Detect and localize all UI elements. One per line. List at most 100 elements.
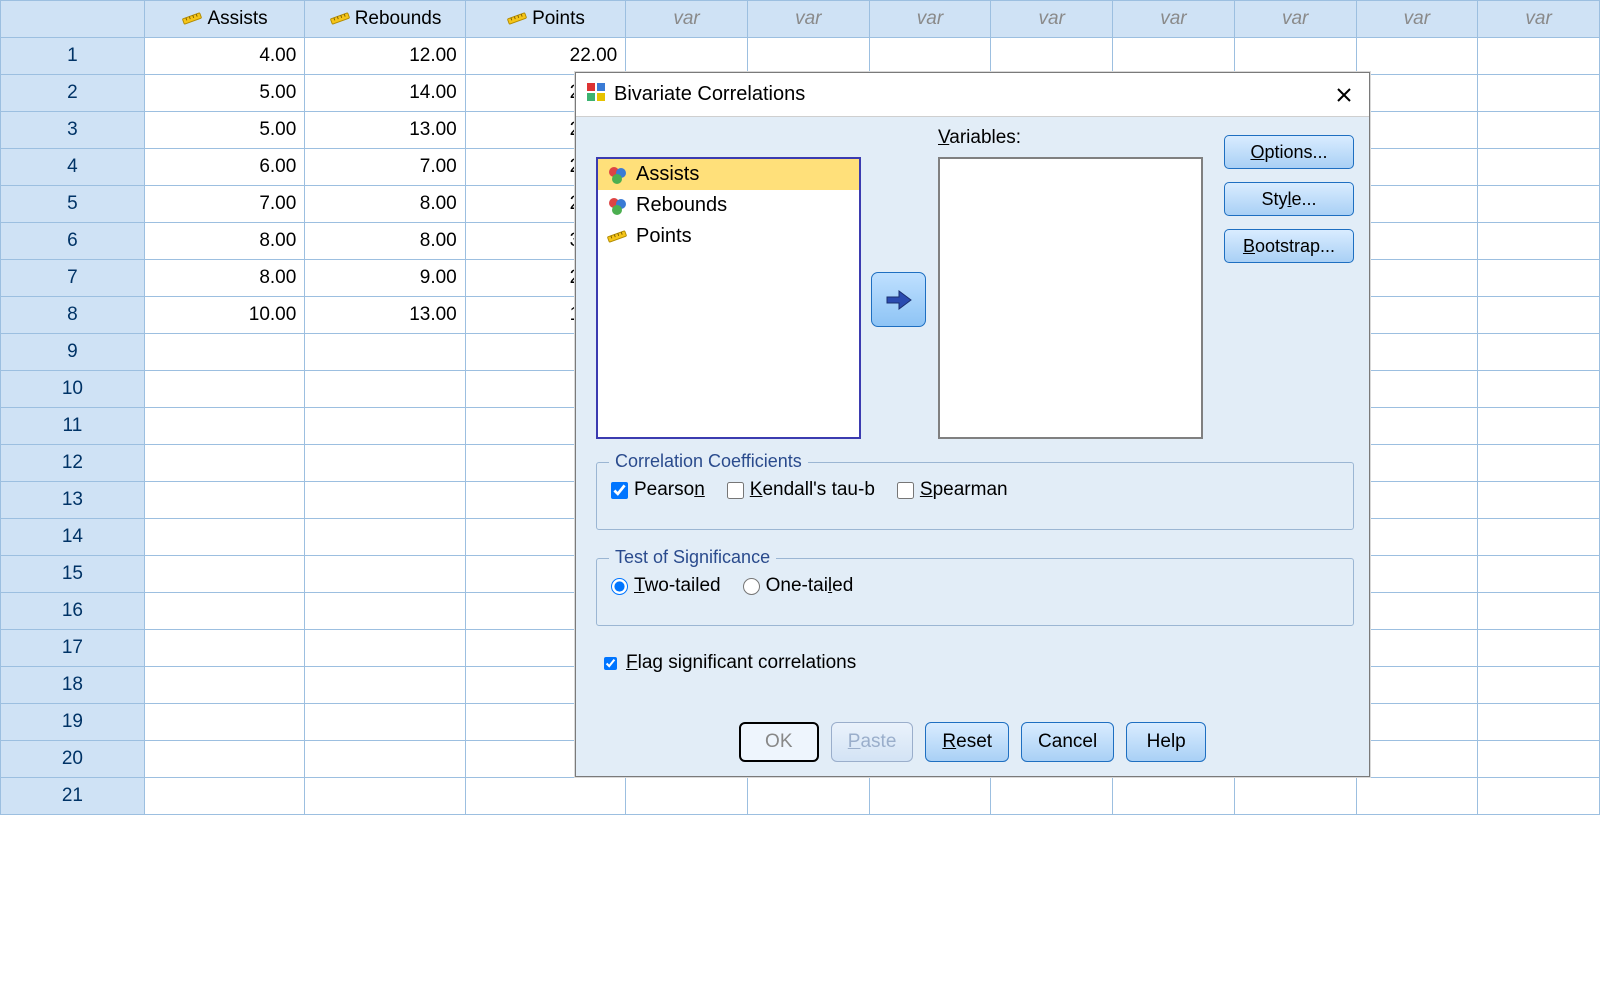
move-right-button[interactable] [871, 272, 926, 327]
cell[interactable]: 10.00 [144, 297, 304, 334]
cell[interactable]: 8.00 [144, 260, 304, 297]
cell[interactable] [1478, 371, 1600, 408]
row-number[interactable]: 5 [1, 186, 145, 223]
dialog-titlebar[interactable]: Bivariate Correlations [576, 73, 1369, 117]
reset-button[interactable]: Reset [925, 722, 1009, 762]
cell[interactable] [1356, 186, 1478, 223]
cell[interactable]: 13.00 [305, 297, 465, 334]
cell[interactable]: 6.00 [144, 149, 304, 186]
row-number[interactable]: 13 [1, 482, 145, 519]
cell[interactable]: 4.00 [144, 38, 304, 75]
cell[interactable] [1356, 408, 1478, 445]
cell[interactable] [144, 593, 304, 630]
cell[interactable] [869, 778, 991, 815]
options-button[interactable]: Options... [1224, 135, 1354, 169]
flag-significant-checkbox[interactable]: Flag significant correlations [600, 652, 856, 674]
cell[interactable]: 22.00 [465, 38, 625, 75]
row-number[interactable]: 17 [1, 630, 145, 667]
cell[interactable]: 7.00 [305, 149, 465, 186]
cell[interactable] [1356, 482, 1478, 519]
cell[interactable] [305, 630, 465, 667]
cell[interactable] [1478, 741, 1600, 778]
cell[interactable] [305, 334, 465, 371]
cell[interactable] [1478, 778, 1600, 815]
cell[interactable]: 5.00 [144, 112, 304, 149]
row-number[interactable]: 6 [1, 223, 145, 260]
cell[interactable] [144, 519, 304, 556]
cell[interactable] [305, 741, 465, 778]
column-header-points[interactable]: Points [465, 1, 625, 38]
cell[interactable]: 12.00 [305, 38, 465, 75]
cell[interactable] [1234, 778, 1356, 815]
cell[interactable] [1234, 38, 1356, 75]
column-header-rebounds[interactable]: Rebounds [305, 1, 465, 38]
row-number[interactable]: 1 [1, 38, 145, 75]
cell[interactable] [144, 556, 304, 593]
kendall-checkbox[interactable]: Kendall's tau-b [727, 479, 875, 501]
cell[interactable] [1356, 556, 1478, 593]
row-number[interactable]: 15 [1, 556, 145, 593]
cell[interactable]: 9.00 [305, 260, 465, 297]
cell[interactable] [144, 778, 304, 815]
cell[interactable] [1478, 223, 1600, 260]
cell[interactable] [1356, 260, 1478, 297]
row-number[interactable]: 20 [1, 741, 145, 778]
cell[interactable]: 14.00 [305, 75, 465, 112]
cell[interactable] [1356, 519, 1478, 556]
cell[interactable] [305, 482, 465, 519]
cell[interactable] [1356, 334, 1478, 371]
cell[interactable] [1478, 482, 1600, 519]
pearson-checkbox[interactable]: Pearson [611, 479, 705, 501]
cell[interactable] [1356, 630, 1478, 667]
cell[interactable]: 7.00 [144, 186, 304, 223]
cell[interactable] [1478, 704, 1600, 741]
cell[interactable] [1356, 445, 1478, 482]
cell[interactable] [1356, 704, 1478, 741]
style-button[interactable]: Style... [1224, 182, 1354, 216]
cell[interactable]: 8.00 [144, 223, 304, 260]
cell[interactable] [1478, 149, 1600, 186]
row-number[interactable]: 21 [1, 778, 145, 815]
cell[interactable] [144, 741, 304, 778]
cell[interactable] [305, 519, 465, 556]
dialog-close-button[interactable] [1329, 80, 1359, 110]
cell[interactable] [1356, 112, 1478, 149]
cell[interactable] [1356, 667, 1478, 704]
cell[interactable] [1478, 297, 1600, 334]
two-tailed-radio[interactable]: Two-tailed [611, 575, 721, 597]
empty-column-header[interactable]: var [1356, 1, 1478, 38]
cell[interactable] [1478, 260, 1600, 297]
row-number[interactable]: 14 [1, 519, 145, 556]
cell[interactable] [144, 667, 304, 704]
row-number[interactable]: 19 [1, 704, 145, 741]
cell[interactable] [1356, 778, 1478, 815]
cell[interactable] [305, 667, 465, 704]
cell[interactable] [1478, 593, 1600, 630]
cell[interactable]: 8.00 [305, 186, 465, 223]
cell[interactable] [1356, 75, 1478, 112]
cell[interactable] [1478, 667, 1600, 704]
cell[interactable] [305, 593, 465, 630]
cell[interactable] [144, 371, 304, 408]
cell[interactable] [1478, 408, 1600, 445]
cell[interactable] [1356, 371, 1478, 408]
source-list-item[interactable]: Assists [598, 159, 859, 190]
cell[interactable] [305, 408, 465, 445]
row-number[interactable]: 9 [1, 334, 145, 371]
row-number[interactable]: 10 [1, 371, 145, 408]
cell[interactable] [991, 38, 1113, 75]
cell[interactable] [144, 704, 304, 741]
cell[interactable] [747, 778, 869, 815]
column-header-assists[interactable]: Assists [144, 1, 304, 38]
cell[interactable] [1356, 38, 1478, 75]
cell[interactable] [1356, 223, 1478, 260]
cell[interactable] [144, 445, 304, 482]
row-number[interactable]: 12 [1, 445, 145, 482]
empty-column-header[interactable]: var [626, 1, 748, 38]
help-button[interactable]: Help [1126, 722, 1206, 762]
empty-column-header[interactable]: var [869, 1, 991, 38]
cell[interactable] [1478, 519, 1600, 556]
empty-column-header[interactable]: var [991, 1, 1113, 38]
cell[interactable] [1478, 75, 1600, 112]
cell[interactable] [991, 778, 1113, 815]
